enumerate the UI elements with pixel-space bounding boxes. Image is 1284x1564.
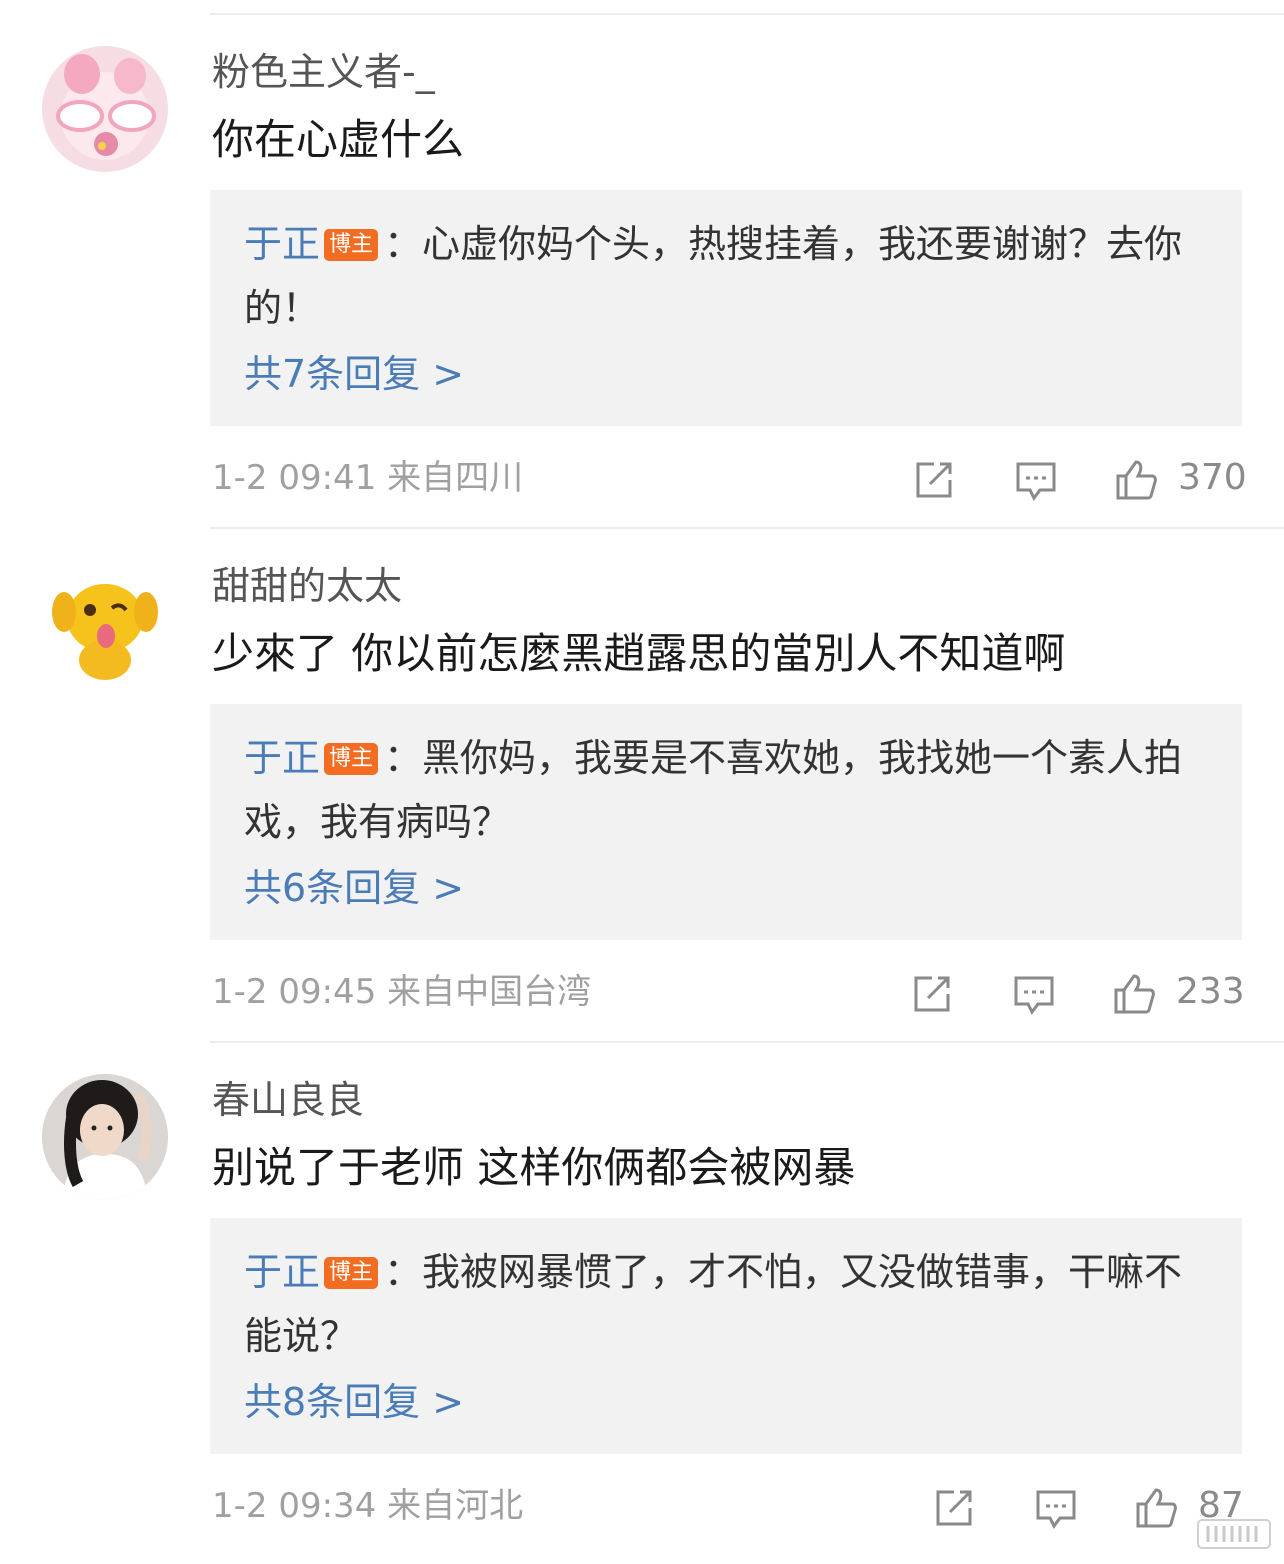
comment-meta: 1-2 09:45 来自中国台湾 bbox=[212, 972, 592, 1012]
share-icon[interactable] bbox=[910, 972, 954, 1016]
comment-icon[interactable] bbox=[1014, 458, 1058, 502]
like-count: 233 bbox=[1176, 971, 1245, 1012]
reply-content: ：我被网暴惯了，才不怕，又没做错事，干嘛不能说？ bbox=[244, 1250, 1183, 1358]
reply-text-block: 于正 博主 ：我被网暴惯了，才不怕，又没做错事，干嘛不能说？ bbox=[244, 1240, 1204, 1368]
like-count: 370 bbox=[1178, 457, 1247, 498]
like-icon[interactable] bbox=[1114, 458, 1158, 502]
reply-author[interactable]: 于正 bbox=[244, 222, 320, 266]
more-replies-link[interactable]: 共6条回复 > bbox=[244, 862, 464, 914]
comment-text: 少來了 你以前怎麼黑趙露思的當別人不知道啊 bbox=[212, 629, 1066, 678]
comment-text: 你在心虚什么 bbox=[212, 115, 465, 164]
reply-text-block: 于正 博主 ：心虚你妈个头，热搜挂着，我还要谢谢？去你的！ bbox=[244, 212, 1204, 340]
reply-author[interactable]: 于正 bbox=[244, 1250, 320, 1294]
username[interactable]: 粉色主义者-_ bbox=[212, 48, 435, 96]
more-replies-link[interactable]: 共8条回复 > bbox=[244, 1376, 464, 1428]
reply-author[interactable]: 于正 bbox=[244, 736, 320, 780]
share-icon[interactable] bbox=[932, 1486, 976, 1530]
more-replies-link[interactable]: 共7条回复 > bbox=[244, 348, 464, 400]
blogger-badge: 博主 bbox=[324, 743, 379, 775]
watermark-icon bbox=[1196, 1516, 1272, 1552]
reply-content: ：心虚你妈个头，热搜挂着，我还要谢谢？去你的！ bbox=[244, 222, 1183, 330]
username[interactable]: 春山良良 bbox=[212, 1076, 364, 1124]
comment-item: 粉色主义者-_ 你在心虚什么 于正 博主 ：心虚你妈个头，热搜挂着，我还要谢谢？去你… bbox=[0, 14, 1284, 529]
comment-item: 甜甜的太太 少來了 你以前怎麼黑趙露思的當別人不知道啊 于正 博主 ：黑你妈，我要是… bbox=[0, 528, 1284, 1043]
share-icon[interactable] bbox=[912, 458, 956, 502]
username[interactable]: 甜甜的太太 bbox=[212, 562, 402, 610]
comment-text: 别说了于老师 这样你俩都会被网暴 bbox=[212, 1143, 856, 1192]
reply-box[interactable]: 于正 博主 ：我被网暴惯了，才不怕，又没做错事，干嘛不能说？ 共8条回复 > bbox=[210, 1218, 1242, 1454]
reply-box[interactable]: 于正 博主 ：心虚你妈个头，热搜挂着，我还要谢谢？去你的！ 共7条回复 > bbox=[210, 190, 1242, 426]
reply-box[interactable]: 于正 博主 ：黑你妈，我要是不喜欢她，我找她一个素人拍戏，我有病吗？ 共6条回复 > bbox=[210, 704, 1242, 940]
girl-photo-avatar[interactable] bbox=[42, 1074, 168, 1200]
comment-meta: 1-2 09:34 来自河北 bbox=[212, 1486, 524, 1526]
like-icon[interactable] bbox=[1112, 972, 1156, 1016]
reply-content: ：黑你妈，我要是不喜欢她，我找她一个素人拍戏，我有病吗？ bbox=[244, 736, 1183, 844]
blogger-badge: 博主 bbox=[324, 1257, 379, 1289]
like-icon[interactable] bbox=[1134, 1486, 1178, 1530]
reply-text-block: 于正 博主 ：黑你妈，我要是不喜欢她，我找她一个素人拍戏，我有病吗？ bbox=[244, 726, 1204, 854]
comment-meta: 1-2 09:41 来自四川 bbox=[212, 458, 524, 498]
yellow-cartoon-avatar[interactable] bbox=[42, 560, 168, 686]
comment-icon[interactable] bbox=[1034, 1486, 1078, 1530]
pink-toy-avatar[interactable] bbox=[42, 46, 168, 172]
blogger-badge: 博主 bbox=[324, 229, 379, 261]
comment-icon[interactable] bbox=[1012, 972, 1056, 1016]
comment-item: 春山良良 别说了于老师 这样你俩都会被网暴 于正 博主 ：我被网暴惯了，才不怕，又没… bbox=[0, 1042, 1284, 1556]
